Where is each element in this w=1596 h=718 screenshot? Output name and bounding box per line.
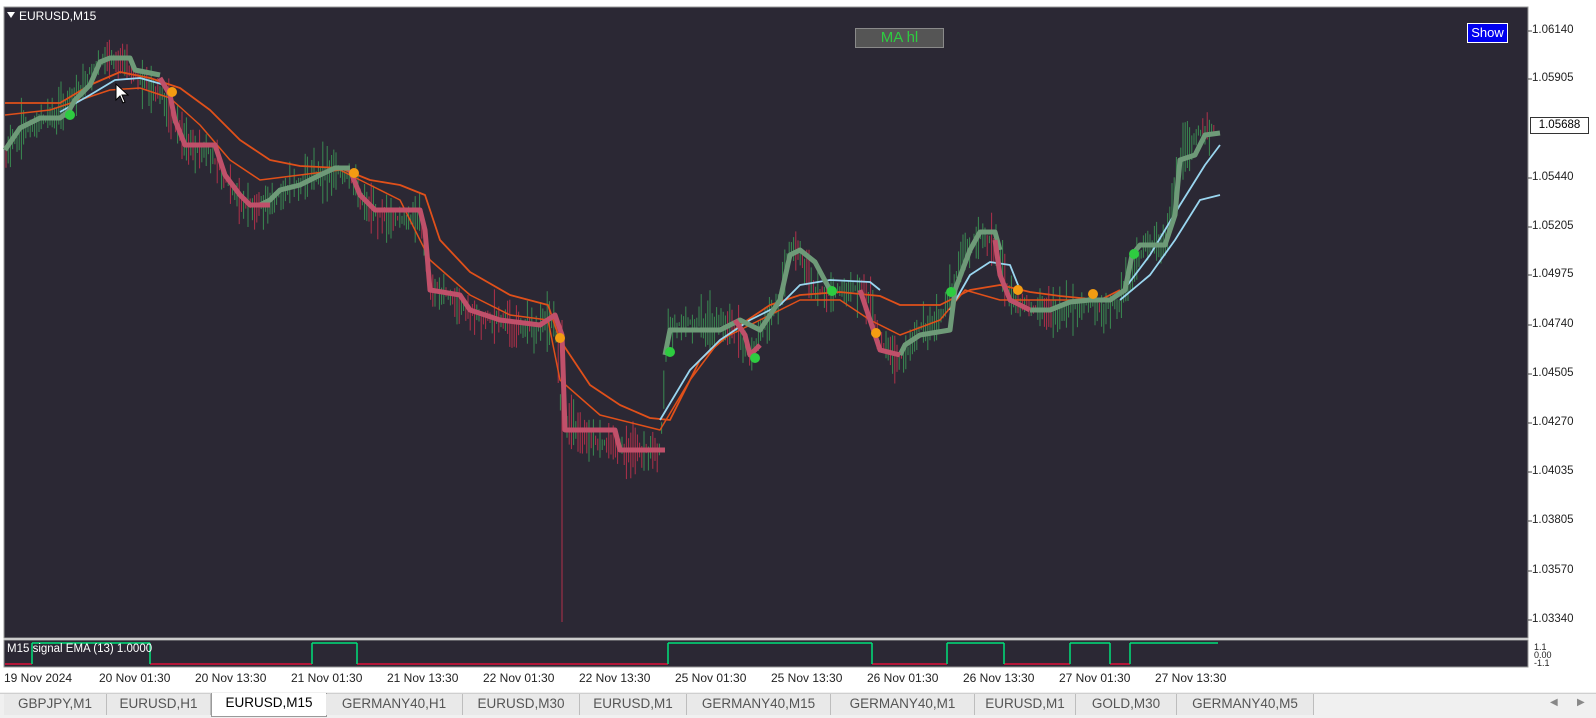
price-level-label: 1.06140	[1532, 24, 1574, 36]
signal-marker-icon	[1088, 289, 1098, 299]
signal-marker-icon	[750, 353, 760, 363]
chart-tab-bar: GBPJPY,M1 EURUSD,H1 EURUSD,M15 GERMANY40,H1…	[0, 693, 1596, 718]
tab-germany40-m15[interactable]: GERMANY40,M15	[687, 694, 831, 715]
signal-marker-icon	[65, 110, 75, 120]
chart-frame: EURUSD,M15 MA hl Show 1.06140 1.05905 1.05…	[0, 0, 1596, 692]
price-level-label: 1.04505	[1532, 367, 1574, 379]
arrow-left-icon[interactable]: ◀	[1550, 697, 1558, 708]
time-label: 27 Nov 01:30	[1059, 671, 1131, 685]
price-level-label: 1.03805	[1532, 514, 1574, 526]
tab-germany40-h1[interactable]: GERMANY40,H1	[326, 694, 463, 715]
ma-label-button[interactable]: MA hl	[855, 28, 944, 48]
tab-eurusd-h1[interactable]: EURUSD,H1	[107, 694, 211, 715]
price-level-label: 1.03570	[1532, 564, 1574, 576]
indicator-area[interactable]	[3, 639, 1529, 668]
current-price-label: 1.05688	[1530, 117, 1589, 134]
price-level-label: 1.04975	[1532, 268, 1574, 280]
signal-marker-icon	[946, 287, 956, 297]
signal-marker-icon	[1129, 249, 1139, 259]
time-label: 21 Nov 01:30	[291, 671, 363, 685]
tab-eurusd-m30[interactable]: EURUSD,M30	[463, 694, 580, 715]
show-button[interactable]: Show	[1467, 23, 1508, 43]
time-label: 20 Nov 01:30	[99, 671, 171, 685]
arrow-right-icon[interactable]: ▶	[1577, 697, 1585, 708]
signal-marker-icon	[555, 333, 565, 343]
indicator-scale: 1.1 0.00 -1.1	[1534, 643, 1552, 668]
price-level-label: 1.05205	[1532, 220, 1574, 232]
tab-eurusd-m1[interactable]: EURUSD,M1	[975, 694, 1076, 715]
signal-marker-icon	[349, 168, 359, 178]
time-label: 25 Nov 01:30	[675, 671, 747, 685]
time-label: 27 Nov 13:30	[1155, 671, 1227, 685]
triangle-down-icon[interactable]	[7, 12, 15, 18]
symbol-label[interactable]: EURUSD,M15	[7, 9, 96, 23]
chart-svg[interactable]	[0, 0, 1596, 692]
tab-germany40-m1[interactable]: GERMANY40,M1	[831, 694, 975, 715]
price-level-label: 1.04740	[1532, 318, 1574, 330]
tab-germany40-m5[interactable]: GERMANY40,M5	[1177, 694, 1314, 715]
tab-eurusd-m1[interactable]: EURUSD,M1	[580, 694, 687, 715]
time-label: 22 Nov 01:30	[483, 671, 555, 685]
price-level-label: 1.04035	[1532, 465, 1574, 477]
signal-marker-icon	[1013, 285, 1023, 295]
indicator-label: M15 signal EMA (13) 1.0000	[7, 643, 153, 655]
indicator-scale-bottom: -1.1	[1534, 658, 1550, 668]
signal-marker-icon	[827, 286, 837, 296]
price-level-label: 1.05905	[1532, 72, 1574, 84]
tab-gold-m30[interactable]: GOLD,M30	[1076, 694, 1177, 715]
time-label: 25 Nov 13:30	[771, 671, 843, 685]
signal-marker-icon	[871, 328, 881, 338]
price-level-label: 1.05440	[1532, 171, 1574, 183]
time-label: 20 Nov 13:30	[195, 671, 267, 685]
time-label: 19 Nov 2024	[4, 671, 73, 685]
signal-marker-icon	[167, 87, 177, 97]
tab-eurusd-m15[interactable]: EURUSD,M15	[211, 693, 327, 717]
price-level-label: 1.04270	[1532, 416, 1574, 428]
symbol-text: EURUSD,M15	[19, 9, 97, 23]
price-level-label: 1.03340	[1532, 613, 1574, 625]
time-label: 22 Nov 13:30	[579, 671, 651, 685]
time-label: 26 Nov 01:30	[867, 671, 939, 685]
signal-marker-icon	[665, 347, 675, 357]
time-label: 21 Nov 13:30	[387, 671, 459, 685]
tab-gbpjpy-m1[interactable]: GBPJPY,M1	[4, 694, 107, 715]
time-label: 26 Nov 13:30	[963, 671, 1035, 685]
